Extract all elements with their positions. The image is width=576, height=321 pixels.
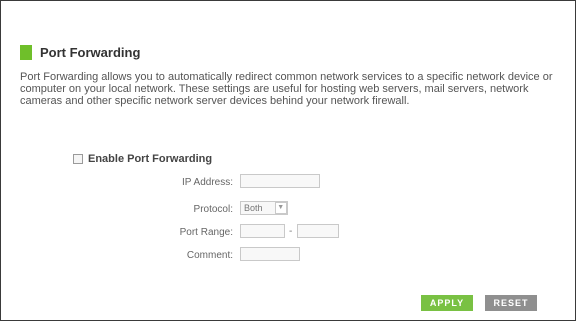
- enable-port-forwarding-checkbox[interactable]: [73, 154, 83, 164]
- ip-address-input[interactable]: [240, 174, 320, 188]
- port-range-end-input[interactable]: [297, 224, 339, 238]
- green-block-icon: [20, 45, 32, 60]
- settings-panel: Port Forwarding Port Forwarding allows y…: [0, 0, 576, 321]
- protocol-label: Protocol:: [193, 204, 233, 215]
- protocol-select-value: Both: [244, 203, 263, 213]
- chevron-down-icon[interactable]: ▼: [274, 202, 287, 214]
- comment-input[interactable]: [240, 247, 300, 261]
- section-title: Port Forwarding: [40, 45, 141, 60]
- comment-label: Comment:: [186, 250, 233, 261]
- port-range-start-input[interactable]: [240, 224, 285, 238]
- reset-button[interactable]: RESET: [485, 295, 537, 311]
- enable-port-forwarding-row[interactable]: Enable Port Forwarding: [73, 153, 212, 165]
- port-range-label: Port Range:: [179, 227, 233, 238]
- protocol-select[interactable]: Both ▼: [240, 201, 288, 215]
- section-description: Port Forwarding allows you to automatica…: [20, 71, 553, 107]
- section-header: Port Forwarding: [20, 45, 140, 60]
- enable-port-forwarding-label: Enable Port Forwarding: [88, 153, 213, 165]
- port-range-separator: -: [289, 226, 293, 237]
- ip-address-label: IP Address:: [182, 177, 233, 188]
- apply-button[interactable]: APPLY: [421, 295, 473, 311]
